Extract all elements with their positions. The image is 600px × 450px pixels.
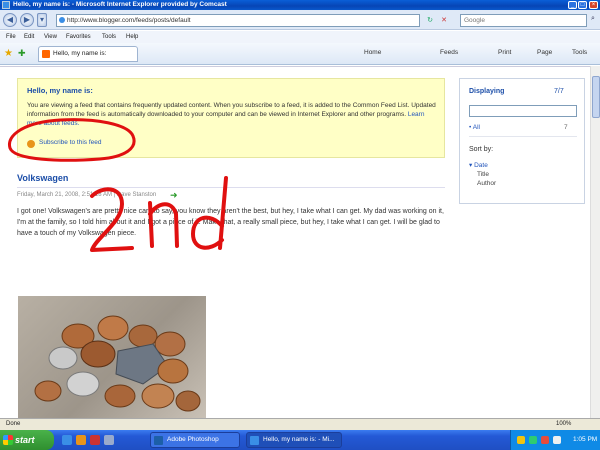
tab-label: Hello, my name is: bbox=[53, 50, 107, 57]
start-label: start bbox=[15, 435, 35, 445]
status-text: Done bbox=[6, 421, 21, 427]
menu-bar: File Edit View Favorites Tools Help bbox=[0, 31, 600, 43]
system-tray: 1:05 PM bbox=[510, 430, 600, 450]
tray-network-icon[interactable] bbox=[529, 436, 537, 444]
sidebar-divider bbox=[469, 136, 577, 137]
filter-all-label: All bbox=[472, 124, 480, 131]
coins-photo bbox=[18, 296, 206, 418]
taskbar-item-photoshop-label: Adobe Photoshop bbox=[167, 436, 219, 443]
feed-sidebar: Displaying 7/7 • All 7 Sort by: ▾ Date T… bbox=[459, 78, 585, 204]
post-meta: Friday, March 21, 2008, 2:51:18 AM | Dav… bbox=[17, 192, 157, 198]
clock: 1:05 PM bbox=[573, 436, 598, 443]
favorites-star-icon[interactable]: ★ bbox=[4, 48, 13, 59]
feeds-button[interactable]: Feeds bbox=[440, 49, 458, 56]
coins-photo-art bbox=[34, 315, 201, 412]
menu-view[interactable]: View bbox=[44, 31, 57, 43]
tray-security-icon[interactable] bbox=[541, 436, 549, 444]
page-button[interactable]: Page bbox=[537, 49, 552, 56]
sort-author-option[interactable]: Author bbox=[477, 180, 496, 187]
add-favorite-icon[interactable]: ✚ bbox=[18, 48, 26, 59]
taskbar-item-ie-label: Hello, my name is: - Mi... bbox=[263, 436, 335, 443]
forward-button[interactable]: ▶ bbox=[20, 13, 34, 27]
displaying-heading: Displaying bbox=[469, 88, 505, 95]
page-icon bbox=[59, 17, 65, 23]
address-input[interactable]: http://www.blogger.com/feeds/posts/defau… bbox=[56, 14, 420, 27]
sort-date-option[interactable]: ▾ Date bbox=[469, 161, 488, 169]
window-title: Hello, my name is: - Microsoft Internet … bbox=[13, 1, 227, 8]
sort-title-option[interactable]: Title bbox=[477, 171, 489, 178]
feed-title: Hello, my name is: bbox=[27, 86, 93, 95]
quicklaunch-media-icon[interactable] bbox=[76, 435, 86, 445]
tab-current[interactable]: Hello, my name is: bbox=[38, 46, 138, 62]
search-icon[interactable]: ⌕ bbox=[588, 15, 598, 26]
status-bar: Done 100% bbox=[0, 418, 600, 430]
close-button[interactable]: × bbox=[589, 1, 598, 9]
post-divider bbox=[17, 187, 445, 188]
menu-edit[interactable]: Edit bbox=[24, 31, 34, 43]
taskbar: start Adobe Photoshop Hello, my name is:… bbox=[0, 430, 600, 450]
zoom-level[interactable]: 100% bbox=[556, 419, 571, 430]
tray-alert-icon[interactable] bbox=[517, 436, 525, 444]
taskbar-item-photoshop[interactable]: Adobe Photoshop bbox=[150, 432, 240, 448]
post-body: I got one! Volkswagen's are pretty nice … bbox=[17, 208, 444, 237]
ie-icon bbox=[2, 1, 10, 9]
subscribe-star-icon[interactable] bbox=[27, 140, 35, 148]
history-dropdown-icon[interactable]: ▾ bbox=[37, 13, 47, 27]
title-bar: Hello, my name is: - Microsoft Internet … bbox=[0, 0, 600, 10]
menu-file[interactable]: File bbox=[6, 31, 16, 43]
feed-description: You are viewing a feed that contains fre… bbox=[27, 101, 439, 128]
displaying-count: 7/7 bbox=[554, 88, 564, 95]
menu-help[interactable]: Help bbox=[126, 31, 138, 43]
stop-icon[interactable]: ✕ bbox=[437, 14, 451, 27]
maximize-button[interactable]: □ bbox=[578, 1, 587, 9]
go-arrow-icon[interactable]: ➜ bbox=[170, 190, 178, 201]
quicklaunch-ie-icon[interactable] bbox=[62, 435, 72, 445]
menu-favorites[interactable]: Favorites bbox=[66, 31, 91, 43]
blogger-icon bbox=[42, 50, 50, 58]
feed-info-box: Hello, my name is: You are viewing a fee… bbox=[17, 78, 445, 158]
tools-button[interactable]: Tools bbox=[572, 49, 587, 56]
address-url: http://www.blogger.com/feeds/posts/defau… bbox=[67, 17, 191, 24]
scrollbar-thumb[interactable] bbox=[592, 76, 600, 118]
filter-all-link[interactable]: • All bbox=[469, 124, 480, 131]
vertical-scrollbar[interactable] bbox=[590, 66, 600, 418]
taskbar-ie-icon bbox=[250, 436, 259, 445]
search-input[interactable]: Google bbox=[460, 14, 587, 27]
refresh-icon[interactable]: ↻ bbox=[423, 14, 437, 27]
sort-date-label: Date bbox=[474, 162, 488, 169]
command-bar: ★ ✚ Hello, my name is: Home Feeds Print … bbox=[0, 43, 600, 65]
address-toolbar: ◀ ▶ ▾ http://www.blogger.com/feeds/posts… bbox=[0, 10, 600, 30]
photoshop-icon bbox=[154, 436, 163, 445]
print-button[interactable]: Print bbox=[498, 49, 511, 56]
menu-tools[interactable]: Tools bbox=[102, 31, 116, 43]
filter-all-count: 7 bbox=[564, 124, 568, 131]
quicklaunch-desktop-icon[interactable] bbox=[104, 435, 114, 445]
sort-by-label: Sort by: bbox=[469, 146, 494, 153]
post-title[interactable]: Volkswagen bbox=[17, 173, 68, 183]
quicklaunch-app-icon[interactable] bbox=[90, 435, 100, 445]
home-button[interactable]: Home bbox=[364, 49, 381, 56]
tray-volume-icon[interactable] bbox=[553, 436, 561, 444]
windows-flag-icon bbox=[3, 435, 13, 445]
start-button[interactable]: start bbox=[0, 430, 54, 450]
minimize-button[interactable]: _ bbox=[568, 1, 577, 9]
filter-input[interactable] bbox=[469, 105, 577, 117]
feed-description-text: You are viewing a feed that contains fre… bbox=[27, 102, 436, 118]
taskbar-item-ie[interactable]: Hello, my name is: - Mi... bbox=[246, 432, 342, 448]
refresh-stop-group: ↻ ✕ bbox=[423, 14, 455, 27]
back-button[interactable]: ◀ bbox=[3, 13, 17, 27]
subscribe-link[interactable]: Subscribe to this feed bbox=[39, 139, 102, 146]
